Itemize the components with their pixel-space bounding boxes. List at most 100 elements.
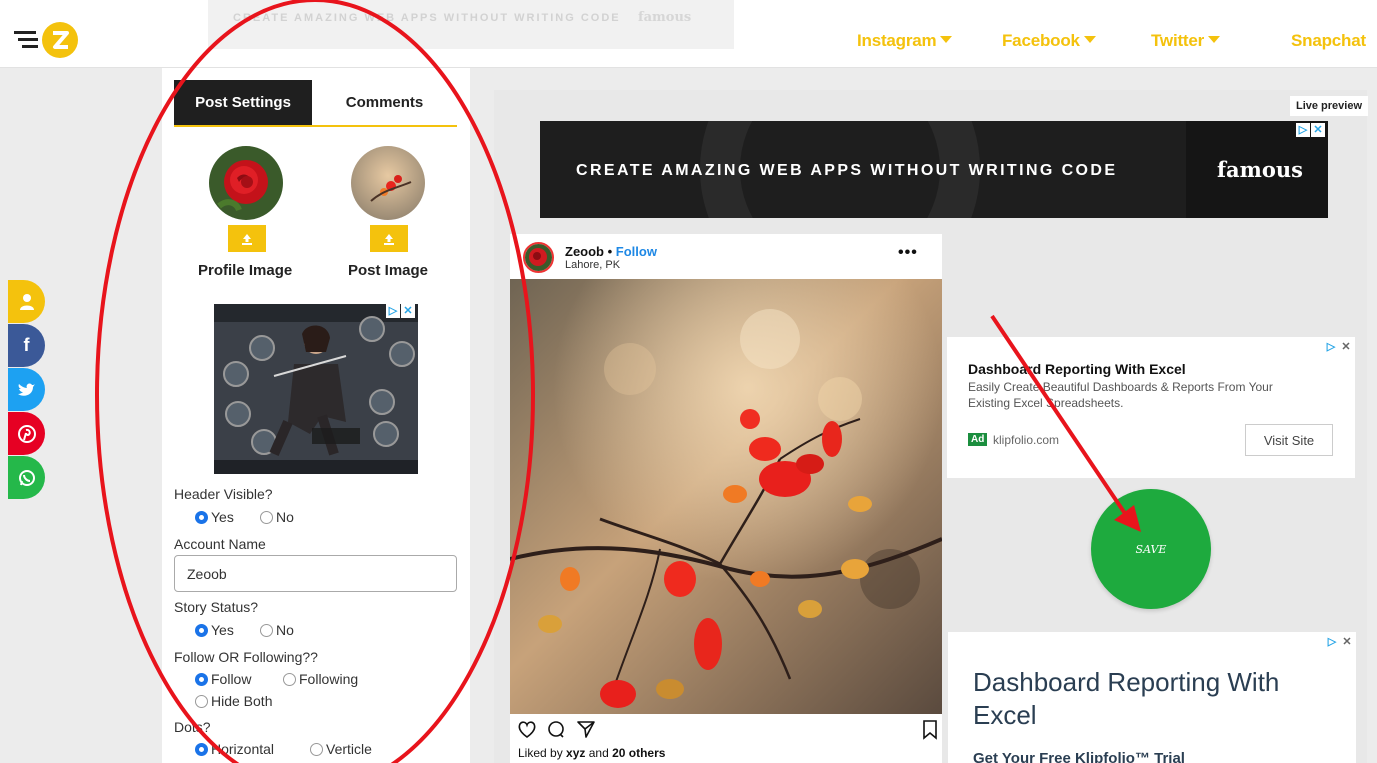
pinterest-icon <box>17 424 36 443</box>
radio-label: Follow <box>211 671 252 687</box>
live-preview-label: Live preview <box>1290 96 1368 116</box>
ad-info-icon[interactable]: ▷ <box>1324 340 1338 354</box>
top-navigation: CREATE AMAZING WEB APPS WITHOUT WRITING … <box>0 0 1377 68</box>
dots-verticle-radio[interactable]: Verticle <box>310 741 372 757</box>
radio-selected-icon <box>195 672 208 686</box>
radio-label: No <box>276 509 294 525</box>
ad-choices[interactable]: ▷ ✕ <box>1325 635 1354 649</box>
ad-choices[interactable]: ▷ ✕ <box>1324 340 1353 354</box>
radio-selected-icon <box>195 623 208 637</box>
profile-image-label: Profile Image <box>198 262 293 279</box>
likes-connector: and <box>585 746 613 760</box>
upload-icon <box>384 233 394 245</box>
follow-label: Follow OR Following?? <box>174 649 318 665</box>
ad-close-icon[interactable]: ✕ <box>1339 340 1353 354</box>
upload-icon <box>242 233 252 245</box>
share-twitter-button[interactable] <box>8 368 45 411</box>
profile-image-preview <box>209 146 283 220</box>
likes-user[interactable]: xyz <box>566 746 585 760</box>
user-icon <box>19 293 34 310</box>
ad-info-icon[interactable]: ▷ <box>1296 123 1310 137</box>
ad-choices[interactable]: ▷ ✕ <box>386 304 415 318</box>
nav-instagram-label: Instagram <box>857 31 937 50</box>
banner-ad-brand: famous <box>1217 157 1303 182</box>
follow-radio[interactable]: Follow <box>195 671 251 687</box>
radio-label: No <box>276 622 294 638</box>
hide-both-radio[interactable]: Hide Both <box>195 693 272 709</box>
nav-snapchat-label: Snapchat <box>1291 31 1366 50</box>
nav-facebook[interactable]: Facebook <box>1002 31 1096 51</box>
post-image-label: Post Image <box>348 262 429 279</box>
likes-count[interactable]: 20 others <box>612 746 665 760</box>
post-photo <box>510 279 942 714</box>
caret-down-icon <box>1208 36 1221 43</box>
header-visible-yes-radio[interactable]: Yes <box>195 509 234 525</box>
ad-info-icon[interactable]: ▷ <box>1325 635 1339 649</box>
save-button[interactable]: SAVE <box>1091 489 1211 609</box>
post-actions <box>518 719 938 741</box>
klipfolio-ad-card[interactable]: ▷ ✕ Dashboard Reporting With Excel Easily… <box>947 337 1355 478</box>
post-separator: • <box>604 244 616 259</box>
ad-large-title[interactable]: Dashboard Reporting With Excel <box>973 666 1333 732</box>
radio-label: Hide Both <box>211 693 273 709</box>
preview-banner-ad[interactable]: CREATE AMAZING WEB APPS WITHOUT WRITING … <box>540 121 1328 218</box>
nav-snapchat[interactable]: Snapchat <box>1291 31 1366 51</box>
ad-domain: klipfolio.com <box>993 433 1060 447</box>
ad-close-icon[interactable]: ✕ <box>1340 635 1354 649</box>
radio-selected-icon <box>195 510 208 524</box>
visit-site-button[interactable]: Visit Site <box>1245 424 1333 456</box>
more-options-icon[interactable]: ••• <box>898 244 918 262</box>
whatsapp-icon <box>18 469 35 486</box>
post-username[interactable]: Zeoob <box>565 244 604 259</box>
side-game-ad[interactable]: ▷ ✕ <box>214 304 418 474</box>
tab-comments[interactable]: Comments <box>312 80 457 125</box>
bookmark-icon[interactable] <box>923 720 937 740</box>
ad-title[interactable]: Dashboard Reporting With Excel <box>968 361 1186 377</box>
radio-label: Following <box>299 671 359 687</box>
nav-facebook-label: Facebook <box>1002 31 1080 50</box>
account-name-input[interactable]: Zeoob <box>174 555 457 592</box>
ad-large-subtitle: Get Your Free Klipfolio™ Trial <box>973 750 1185 763</box>
following-radio[interactable]: Following <box>283 671 358 687</box>
radio-empty-icon <box>195 694 208 708</box>
dots-horizontal-radio[interactable]: Horizontal <box>195 741 274 757</box>
likes-prefix: Liked by <box>518 746 567 760</box>
story-status-no-radio[interactable]: No <box>260 622 294 638</box>
tab-underline <box>174 125 457 127</box>
profile-image-upload-button[interactable] <box>228 225 266 252</box>
nav-instagram[interactable]: Instagram <box>857 31 953 51</box>
account-name-label: Account Name <box>174 536 266 552</box>
top-banner-ad[interactable]: CREATE AMAZING WEB APPS WITHOUT WRITING … <box>208 0 734 49</box>
ad-close-icon[interactable]: ✕ <box>1311 123 1325 137</box>
share-pinterest-button[interactable] <box>8 412 45 455</box>
post-image-preview <box>351 146 425 220</box>
zeoob-logo[interactable] <box>14 20 84 60</box>
game-ad-artwork <box>214 304 418 474</box>
ad-info-icon[interactable]: ▷ <box>386 304 400 318</box>
top-banner-brand: famous <box>638 10 692 25</box>
post-image-upload-button[interactable] <box>370 225 408 252</box>
tab-post-settings[interactable]: Post Settings <box>174 80 312 125</box>
facebook-icon: f <box>23 335 30 355</box>
nav-twitter[interactable]: Twitter <box>1151 31 1221 51</box>
share-account-button[interactable] <box>8 280 45 323</box>
story-status-yes-radio[interactable]: Yes <box>195 622 234 638</box>
share-icon[interactable] <box>577 721 595 738</box>
post-avatar <box>523 242 554 273</box>
radio-label: Verticle <box>326 741 372 757</box>
radio-selected-icon <box>195 742 208 756</box>
radio-empty-icon <box>310 742 323 756</box>
post-follow-link[interactable]: Follow <box>616 244 657 259</box>
twitter-icon <box>17 383 35 396</box>
like-icon[interactable] <box>518 721 536 738</box>
nav-twitter-label: Twitter <box>1151 31 1205 50</box>
comment-icon[interactable] <box>548 721 564 738</box>
ad-description: Easily Create Beautiful Dashboards & Rep… <box>968 380 1273 410</box>
post-username-line: Zeoob • Follow <box>565 244 657 259</box>
ad-close-icon[interactable]: ✕ <box>401 304 415 318</box>
header-visible-no-radio[interactable]: No <box>260 509 294 525</box>
ad-choices[interactable]: ▷ ✕ <box>1296 123 1325 137</box>
klipfolio-ad-card-large[interactable]: ▷ ✕ Dashboard Reporting With Excel Get Yo… <box>948 632 1356 763</box>
share-facebook-button[interactable]: f <box>8 324 45 367</box>
share-whatsapp-button[interactable] <box>8 456 45 499</box>
